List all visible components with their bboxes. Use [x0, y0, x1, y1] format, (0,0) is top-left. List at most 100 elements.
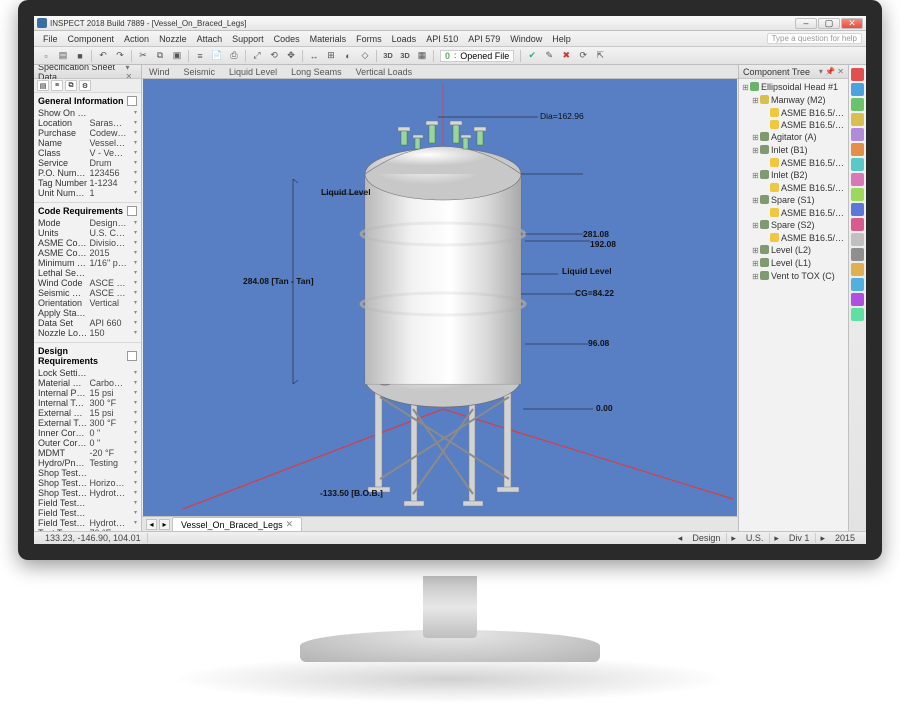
toolcol-icon-2[interactable] — [851, 98, 864, 111]
toolbar-report-icon[interactable]: 📄 — [209, 49, 225, 63]
property-row[interactable]: LocationSarasota, FL▾ — [38, 118, 137, 128]
toolcol-icon-5[interactable] — [851, 143, 864, 156]
toolbar-new-icon[interactable]: ▫ — [38, 49, 54, 63]
toolcol-icon-3[interactable] — [851, 113, 864, 126]
tree-node[interactable]: ⊞Level (L2) — [741, 244, 846, 257]
tree-node[interactable]: ⊞Inlet (B2) — [741, 169, 846, 182]
menu-materials[interactable]: Materials — [305, 33, 352, 45]
tree-node[interactable]: ⊞Inlet (B1) — [741, 144, 846, 157]
property-row[interactable]: ClassV - Vessel▾ — [38, 148, 137, 158]
property-row[interactable]: MDMT-20 °F▾ — [38, 448, 137, 458]
dropdown-icon[interactable]: ▾ — [127, 298, 137, 306]
property-row[interactable]: Field Test Corroded▾ — [38, 508, 137, 518]
toolbar-zoom-fit-icon[interactable]: ⤢ — [249, 49, 265, 63]
toolbar-wire-icon[interactable]: ◇ — [357, 49, 373, 63]
tree-node[interactable]: ASME B16.5/16.47 — [741, 182, 846, 194]
tab-vertical-loads[interactable]: Vertical Loads — [349, 65, 420, 78]
dropdown-icon[interactable]: ▾ — [127, 488, 137, 496]
property-row[interactable]: Internal Pressure15 psi▾ — [38, 388, 137, 398]
dropdown-icon[interactable]: ▾ — [127, 438, 137, 446]
toolbar-pan-icon[interactable]: ✥ — [283, 49, 299, 63]
status-year[interactable]: 2015 — [829, 533, 861, 543]
status-design[interactable]: Design — [686, 533, 727, 543]
dropdown-icon[interactable]: ▾ — [127, 168, 137, 176]
toolbar-open-icon[interactable]: ▤ — [55, 49, 71, 63]
toolbar-print-icon[interactable]: ⎙ — [226, 49, 242, 63]
property-row[interactable]: PurchaseCodeware▾ — [38, 128, 137, 138]
minimize-button[interactable]: – — [795, 18, 817, 29]
expand-icon[interactable]: ⊞ — [751, 258, 760, 270]
toolcol-icon-6[interactable] — [851, 158, 864, 171]
property-row[interactable]: Material SchemeCarbon…▾ — [38, 378, 137, 388]
toolbar-redo-icon[interactable]: ↷ — [112, 49, 128, 63]
status-nav-next3[interactable]: ▸ — [816, 533, 829, 544]
toolcol-icon-16[interactable] — [851, 308, 864, 321]
dropdown-icon[interactable]: ▾ — [127, 378, 137, 386]
dropdown-icon[interactable]: ▾ — [127, 138, 137, 146]
status-division[interactable]: Div 1 — [783, 533, 817, 543]
pin-icon[interactable]: ▾ 📌 ✕ — [819, 67, 844, 76]
opened-file-indicator[interactable]: 0: Opened File — [440, 50, 514, 62]
dropdown-icon[interactable]: ▾ — [127, 258, 137, 266]
close-icon[interactable]: ✕ — [286, 519, 294, 530]
property-row[interactable]: Lethal Service/…▾ — [38, 268, 137, 278]
toolcol-icon-0[interactable] — [851, 68, 864, 81]
property-row[interactable]: Field Test New▾ — [38, 498, 137, 508]
doctab-prev[interactable]: ◂ — [146, 519, 157, 530]
dropdown-icon[interactable]: ▾ — [127, 108, 137, 116]
tree-node[interactable]: ASME B16.5/16.47 — [741, 207, 846, 219]
tree-node[interactable]: ⊞Spare (S2) — [741, 219, 846, 232]
property-row[interactable]: Shop Test New Te…Hydrot…▾ — [38, 488, 137, 498]
dropdown-icon[interactable]: ▾ — [127, 388, 137, 396]
tree-node[interactable]: ⊞Spare (S1) — [741, 194, 846, 207]
toolbar-check-icon[interactable]: ✔ — [524, 49, 540, 63]
property-row[interactable]: P.O. Number123456▾ — [38, 168, 137, 178]
property-row[interactable]: Wind CodeASCE 7-10▾ — [38, 278, 137, 288]
tab-long-seams[interactable]: Long Seams — [284, 65, 349, 78]
menu-loads[interactable]: Loads — [387, 33, 422, 45]
property-row[interactable]: External Pressure15 psi▾ — [38, 408, 137, 418]
property-row[interactable]: ModeDesign Mode▾ — [38, 218, 137, 228]
menu-file[interactable]: File — [38, 33, 63, 45]
help-search-box[interactable]: Type a question for help — [767, 33, 862, 44]
dropdown-icon[interactable]: ▾ — [127, 268, 137, 276]
property-row[interactable]: Tag Number1-1234▾ — [38, 178, 137, 188]
toolbar-dim-icon[interactable]: ↔ — [306, 49, 322, 63]
toolbar-pencil-icon[interactable]: ✎ — [541, 49, 557, 63]
section-toggle[interactable] — [127, 351, 137, 361]
expand-icon[interactable]: ⊞ — [751, 220, 760, 232]
dropdown-icon[interactable]: ▾ — [127, 328, 137, 336]
dropdown-icon[interactable]: ▾ — [127, 468, 137, 476]
status-units[interactable]: U.S. — [740, 533, 771, 543]
property-row[interactable]: Seismic CodeASCE 7-10 Buil…▾ — [38, 288, 137, 298]
dropdown-icon[interactable]: ▾ — [127, 158, 137, 166]
expand-icon[interactable]: ⊞ — [751, 195, 760, 207]
dropdown-icon[interactable]: ▾ — [127, 398, 137, 406]
toolcol-icon-14[interactable] — [851, 278, 864, 291]
menu-api510[interactable]: API 510 — [421, 33, 463, 45]
property-row[interactable]: Unit Number1▾ — [38, 188, 137, 198]
expand-icon[interactable]: ⊞ — [751, 245, 760, 257]
panel-btn-4[interactable]: ⚙ — [79, 80, 91, 91]
property-row[interactable]: Inner Corrosion0 "▾ — [38, 428, 137, 438]
dropdown-icon[interactable]: ▾ — [127, 128, 137, 136]
toolcol-icon-4[interactable] — [851, 128, 864, 141]
tab-liquid-level[interactable]: Liquid Level — [222, 65, 284, 78]
property-row[interactable]: Data SetAPI 660▾ — [38, 318, 137, 328]
tree-node[interactable]: ⊞Ellipsoidal Head #1 — [741, 81, 846, 94]
toolbar-calc-icon[interactable]: ≡ — [192, 49, 208, 63]
toolbar-cut-icon[interactable]: ✂ — [135, 49, 151, 63]
dropdown-icon[interactable]: ▾ — [127, 318, 137, 326]
toolbar-view-icon[interactable]: ▦ — [414, 49, 430, 63]
menu-support[interactable]: Support — [227, 33, 269, 45]
dropdown-icon[interactable]: ▾ — [127, 238, 137, 246]
status-nav-prev[interactable]: ◂ — [674, 533, 687, 544]
panel-btn-1[interactable]: ▤ — [37, 80, 49, 91]
toolcol-icon-10[interactable] — [851, 218, 864, 231]
section-toggle[interactable] — [127, 206, 137, 216]
toolcol-icon-13[interactable] — [851, 263, 864, 276]
expand-icon[interactable]: ⊞ — [751, 132, 760, 144]
toolcol-icon-12[interactable] — [851, 248, 864, 261]
dropdown-icon[interactable]: ▾ — [127, 228, 137, 236]
dropdown-icon[interactable]: ▾ — [127, 278, 137, 286]
